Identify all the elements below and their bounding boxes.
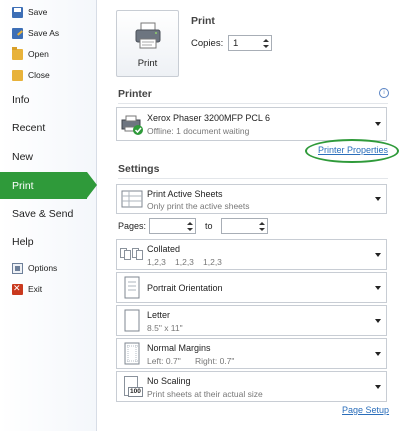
copies-label: Copies: <box>191 38 224 49</box>
print-what-subtitle: Only print the active sheets <box>147 201 250 211</box>
nav-save[interactable]: Save <box>12 4 47 20</box>
print-button-label: Print <box>137 58 158 69</box>
printer-offline-icon <box>121 115 143 135</box>
nav-info[interactable]: Info <box>12 90 30 110</box>
margins-left: Left: 0.7" <box>147 356 181 366</box>
collation-title: Collated <box>147 244 181 254</box>
chevron-down-icon <box>375 197 381 201</box>
nav-exit-label: Exit <box>28 284 43 294</box>
nav-open[interactable]: Open <box>12 46 49 62</box>
spin-down-icon[interactable] <box>259 228 265 231</box>
paper-size-subtitle: 8.5" x 11" <box>147 323 183 333</box>
margins-icon <box>124 342 140 365</box>
nav-new[interactable]: New <box>12 147 33 167</box>
backstage-nav: Save Save As Open Close Info Recent New … <box>0 0 97 431</box>
settings-divider <box>118 178 388 179</box>
orientation-title: Portrait Orientation <box>147 283 223 293</box>
print-what-dropdown[interactable]: Print Active Sheets Only print the activ… <box>116 184 387 214</box>
print-button[interactable]: Print <box>116 10 179 77</box>
chevron-down-icon <box>375 318 381 323</box>
spin-down-icon[interactable] <box>263 45 269 48</box>
printer-properties-link[interactable]: Printer Properties <box>318 145 388 155</box>
scaling-icon-label: 100 <box>128 387 143 397</box>
save-icon <box>12 6 23 18</box>
printer-divider <box>118 103 388 104</box>
margins-right: Right: 0.7" <box>195 356 235 366</box>
spin-up-icon[interactable] <box>187 222 193 225</box>
paper-size-dropdown[interactable]: Letter 8.5" x 11" <box>116 305 387 336</box>
spin-down-icon[interactable] <box>187 228 193 231</box>
chevron-down-icon <box>375 285 381 290</box>
save-as-icon <box>12 27 23 39</box>
printer-name: Xerox Phaser 3200MFP PCL 6 <box>147 113 271 123</box>
collated-page-icon <box>136 250 143 260</box>
nav-open-label: Open <box>28 49 49 59</box>
options-icon <box>12 262 23 274</box>
nav-close[interactable]: Close <box>12 67 50 83</box>
spin-up-icon[interactable] <box>259 222 265 225</box>
chevron-down-icon <box>375 384 381 389</box>
chevron-down-icon <box>375 122 381 126</box>
scaling-subtitle: Print sheets at their actual size <box>147 389 263 399</box>
nav-help[interactable]: Help <box>12 232 34 252</box>
settings-header: Settings <box>118 163 160 175</box>
margins-dropdown[interactable]: Normal Margins Left: 0.7" Right: 0.7" <box>116 338 387 369</box>
printer-header: Printer <box>118 88 152 100</box>
collation-seq-3: 1,2,3 <box>203 257 222 267</box>
exit-icon <box>12 283 23 295</box>
nav-exit[interactable]: Exit <box>12 281 42 297</box>
paper-size-icon <box>124 309 140 332</box>
collation-seq-2: 1,2,3 <box>175 257 194 267</box>
collation-seq-1: 1,2,3 <box>147 257 166 267</box>
collation-dropdown[interactable]: Collated 1,2,3 1,2,3 1,2,3 <box>116 239 387 270</box>
pages-from-field[interactable] <box>149 218 196 234</box>
scaling-icon: 100 <box>121 375 143 399</box>
nav-options[interactable]: Options <box>12 260 57 276</box>
nav-save-label: Save <box>28 7 48 17</box>
orientation-dropdown[interactable]: Portrait Orientation <box>116 272 387 303</box>
spin-up-icon[interactable] <box>263 39 269 42</box>
copies-field[interactable]: 1 <box>228 35 272 51</box>
copies-value: 1 <box>233 38 239 49</box>
scaling-title: No Scaling <box>147 376 191 386</box>
print-what-title: Print Active Sheets <box>147 189 223 199</box>
pages-to-label: to <box>205 221 213 231</box>
folder-close-icon <box>12 69 23 81</box>
nav-save-send[interactable]: Save & Send <box>12 204 73 224</box>
nav-options-label: Options <box>28 263 58 273</box>
pages-to-field[interactable] <box>221 218 268 234</box>
print-title: Print <box>191 15 215 27</box>
nav-save-as[interactable]: Save As <box>12 25 59 41</box>
collated-icon <box>120 248 144 262</box>
nav-close-label: Close <box>28 70 50 80</box>
chevron-down-icon <box>375 351 381 356</box>
printer-icon <box>135 22 161 49</box>
collated-page-icon <box>124 250 131 260</box>
folder-open-icon <box>12 46 23 60</box>
nav-print[interactable]: Print <box>0 172 87 199</box>
info-icon[interactable]: i <box>379 88 389 98</box>
nav-recent[interactable]: Recent <box>12 118 45 138</box>
chevron-down-icon <box>375 252 381 257</box>
paper-size-title: Letter <box>147 310 171 320</box>
nav-save-as-label: Save As <box>28 28 60 38</box>
portrait-icon <box>124 276 140 299</box>
printer-status: Offline: 1 document waiting <box>147 126 250 136</box>
page-setup-link[interactable]: Page Setup <box>342 405 389 415</box>
pages-label: Pages: <box>118 221 147 231</box>
printer-dropdown[interactable]: Xerox Phaser 3200MFP PCL 6 Offline: 1 do… <box>116 107 387 141</box>
nav-print-pointer <box>87 172 97 198</box>
margins-title: Normal Margins <box>147 343 211 353</box>
sheets-icon <box>121 190 143 208</box>
scaling-dropdown[interactable]: 100 No Scaling Print sheets at their act… <box>116 371 387 402</box>
